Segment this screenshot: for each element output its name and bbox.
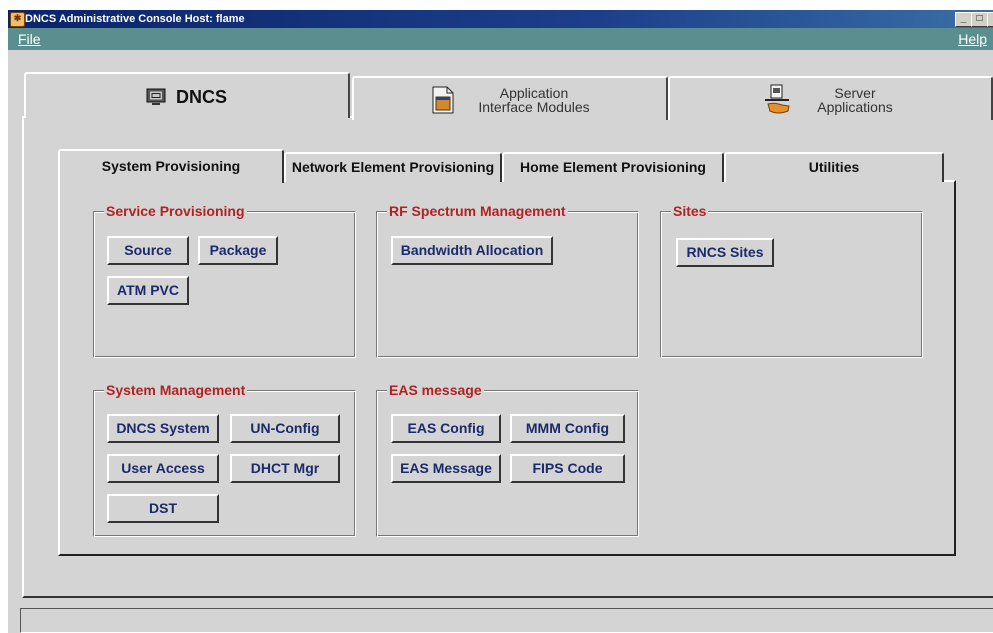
fips-code-button[interactable]: FIPS Code xyxy=(510,454,625,483)
eas-message-button[interactable]: EAS Message xyxy=(391,454,501,483)
close-button[interactable]: x xyxy=(987,12,993,27)
document-icon xyxy=(432,86,454,114)
dst-button[interactable]: DST xyxy=(107,494,219,523)
group-service-provisioning-title: Service Provisioning xyxy=(104,203,247,219)
user-access-button[interactable]: User Access xyxy=(107,454,219,483)
group-rf-spectrum-management: RF Spectrum Management xyxy=(376,203,639,358)
status-bar xyxy=(20,608,993,633)
un-config-button[interactable]: UN-Config xyxy=(230,414,340,443)
app-window: ✱ DNCS Administrative Console Host: flam… xyxy=(8,10,993,633)
tab-server-applications[interactable]: Server Applications xyxy=(668,76,993,120)
source-button[interactable]: Source xyxy=(107,236,189,265)
minimize-button[interactable]: _ xyxy=(955,12,972,27)
tab-dncs-label: DNCS xyxy=(176,87,228,107)
dncs-system-button[interactable]: DNCS System xyxy=(107,414,219,443)
maximize-button[interactable]: □ xyxy=(971,12,988,27)
rncs-sites-button[interactable]: RNCS Sites xyxy=(676,238,774,267)
group-sites: Sites xyxy=(660,203,923,358)
bandwidth-allocation-button[interactable]: Bandwidth Allocation xyxy=(391,236,553,265)
title-bar[interactable]: ✱ DNCS Administrative Console Host: flam… xyxy=(8,10,993,28)
eas-config-button[interactable]: EAS Config xyxy=(391,414,501,443)
package-button[interactable]: Package xyxy=(198,236,278,265)
window-title: DNCS Administrative Console Host: flame xyxy=(25,13,245,25)
group-eas-title: EAS message xyxy=(387,382,484,398)
dhct-mgr-button[interactable]: DHCT Mgr xyxy=(230,454,340,483)
atm-pvc-button[interactable]: ATM PVC xyxy=(107,276,189,305)
tab-system-provisioning[interactable]: System Provisioning xyxy=(58,149,284,183)
group-system-management-title: System Management xyxy=(104,382,248,398)
server-hand-icon xyxy=(762,84,792,116)
tab-aim-label-2: Interface Modules xyxy=(478,99,590,115)
tab-server-label-2: Applications xyxy=(817,99,893,115)
tab-utilities[interactable]: Utilities xyxy=(724,152,944,182)
mmm-config-button[interactable]: MMM Config xyxy=(510,414,625,443)
monitor-icon xyxy=(146,88,166,106)
menu-bar: File Help xyxy=(8,28,993,50)
tab-application-interface-modules[interactable]: Application Interface Modules xyxy=(352,76,668,120)
menu-help[interactable]: Help xyxy=(958,28,987,50)
app-icon[interactable]: ✱ xyxy=(10,12,25,27)
tab-home-element-provisioning[interactable]: Home Element Provisioning xyxy=(502,152,724,182)
tab-dncs[interactable]: DNCS xyxy=(24,72,350,118)
menu-file[interactable]: File xyxy=(18,28,41,50)
group-rf-spectrum-title: RF Spectrum Management xyxy=(387,203,568,219)
group-sites-title: Sites xyxy=(671,203,709,219)
tab-network-element-provisioning[interactable]: Network Element Provisioning xyxy=(284,152,502,182)
